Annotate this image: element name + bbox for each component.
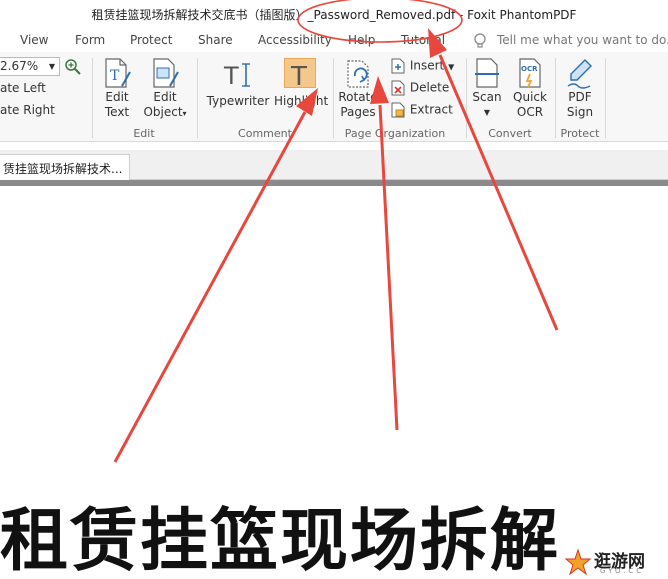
rotate-pages-label-2: Pages [340,105,376,119]
edit-object-label-2: Object [143,105,183,119]
menu-help[interactable]: Help [348,33,375,47]
edit-group-label: Edit [133,127,155,140]
svg-text:OCR: OCR [521,65,538,73]
menu-accessibility[interactable]: Accessibility [258,33,332,47]
menu-form[interactable]: Form [75,33,105,47]
group-separator [555,58,556,138]
chevron-down-icon: ▼ [448,62,455,72]
zoom-in-icon[interactable] [64,58,82,76]
menu-share[interactable]: Share [198,33,233,47]
rotate-pages-icon [347,60,369,88]
watermark-subtext: GYO.CC [600,567,645,575]
rotate-left-button[interactable]: ate Left [0,81,46,95]
delete-page-icon [391,80,405,96]
zoom-value: 2.67% [0,59,39,73]
menu-tutorial[interactable]: Tutorial [401,33,445,47]
edit-object-label-1: Edit [153,90,177,104]
delete-label: Delete [409,80,450,95]
insert-label: Insert [409,58,445,73]
rotate-pages-button[interactable]: Rotate Pages [338,56,378,120]
lightbulb-icon [474,33,486,48]
watermark-logo-icon [564,548,592,576]
scan-label: Scan [472,90,502,104]
document-tab[interactable]: 赁挂篮现场拆解技术... [0,154,130,180]
ocr-icon: OCR [519,58,541,88]
pdf-sign-button[interactable]: PDF Sign [560,56,600,120]
edit-text-button[interactable]: T Edit Text [98,56,136,120]
group-separator [333,58,334,138]
highlight-label: Highlight [274,94,329,108]
delete-button[interactable]: Delete [390,80,449,96]
menu-view[interactable]: View [20,33,48,47]
pdf-sign-label-2: Sign [566,105,594,119]
svg-text:T: T [290,62,307,90]
group-separator [92,58,93,138]
extract-button[interactable]: Extract [390,102,453,118]
comment-group-label: Comment [238,127,292,140]
group-separator [466,58,467,138]
insert-button[interactable]: Insert ▼ [390,58,454,74]
pdf-sign-label-1: PDF [568,90,592,104]
pen-sign-icon [567,59,592,89]
menu-bar: View Form Protect Share Accessibility He… [0,30,668,52]
chevron-down-icon: ▼ [483,108,491,117]
chevron-down-icon: ▾ [182,109,187,118]
page-organization-group-label: Page Organization [344,127,446,140]
document-tab-strip: 赁挂篮现场拆解技术... [0,150,668,180]
title-bar: 租赁挂篮现场拆解技术交底书（插图版）_Password_Removed.pdf … [0,0,668,30]
quick-ocr-label-1: Quick [513,90,547,104]
ribbon-toolbar: 2.67% ▼ ate Left ate Right T Edit Text E… [0,52,668,142]
protect-group-label: Protect [560,127,600,140]
extract-label: Extract [409,102,453,117]
quick-ocr-label-2: OCR [516,105,544,119]
convert-group-label: Convert [488,127,532,140]
group-separator [605,58,606,138]
group-separator [197,58,198,138]
scan-icon [475,58,499,88]
insert-page-icon [391,58,405,74]
highlight-button[interactable]: T Highlight [274,60,328,109]
edit-object-icon [153,58,179,88]
menu-protect[interactable]: Protect [130,33,172,47]
document-heading: 租赁挂篮现场拆解 [0,501,561,579]
typewriter-button[interactable]: T Typewriter [205,60,271,109]
zoom-select[interactable]: 2.67% ▼ [0,57,60,76]
typewriter-label: Typewriter [206,94,270,108]
svg-text:T: T [110,68,120,84]
edit-text-label-2: Text [104,105,130,119]
edit-text-icon: T [105,58,131,88]
edit-object-button[interactable]: Edit Object▾ [140,56,190,121]
chevron-down-icon: ▼ [48,62,55,71]
scan-button[interactable]: Scan ▼ [470,56,504,120]
rotate-pages-label-1: Rotate [338,90,378,104]
rotate-right-button[interactable]: ate Right [0,103,55,117]
tell-me-search[interactable]: Tell me what you want to do... [472,32,668,50]
highlight-icon: T [290,62,307,90]
extract-page-icon [391,102,405,118]
typewriter-icon: T [223,62,250,90]
window-title: 租赁挂篮现场拆解技术交底书（插图版）_Password_Removed.pdf … [91,8,577,22]
site-watermark: 逛游网 GYO.CC [560,545,668,579]
edit-text-label-1: Edit [105,90,129,104]
tell-me-placeholder: Tell me what you want to do... [497,33,668,47]
svg-text:T: T [223,62,239,90]
quick-ocr-button[interactable]: OCR Quick OCR [510,56,550,120]
